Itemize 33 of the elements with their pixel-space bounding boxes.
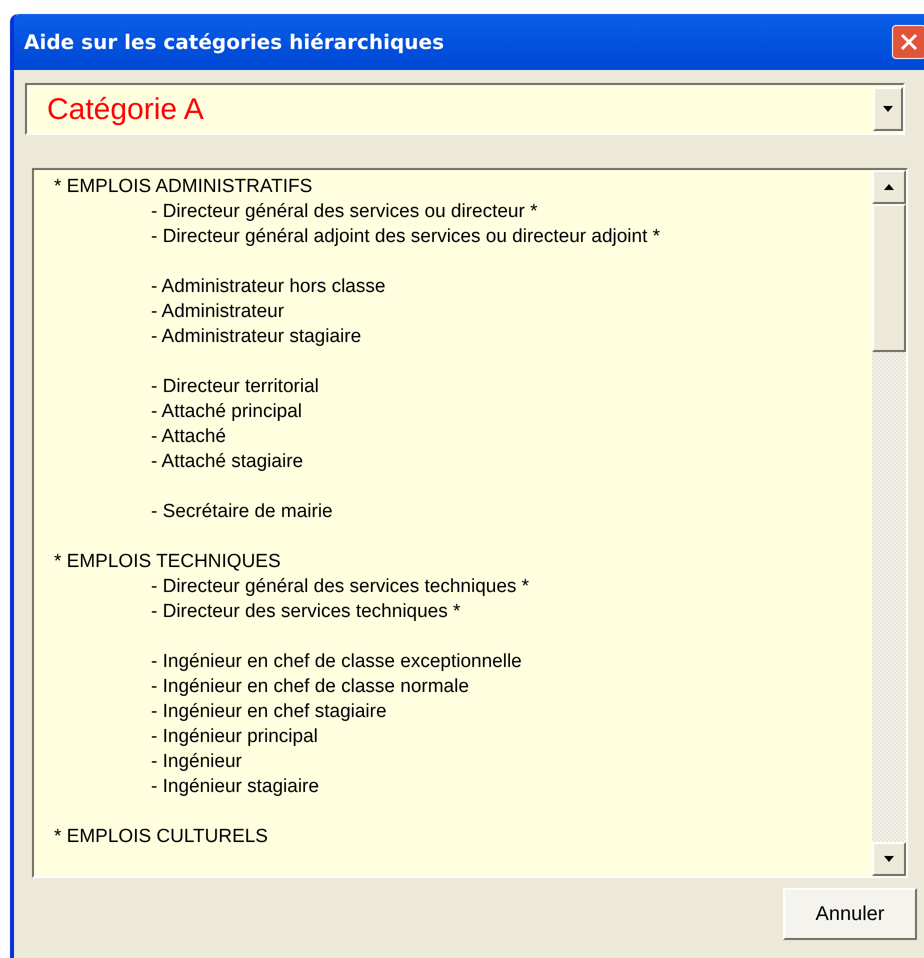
down-arrow-icon xyxy=(884,856,894,862)
job-title: - Directeur général des services ou directeur * xyxy=(150,200,539,224)
job-title: - Administrateur hors classe xyxy=(150,275,386,299)
scroll-down-button[interactable] xyxy=(872,842,906,876)
scroll-thumb[interactable] xyxy=(872,204,906,352)
close-button[interactable] xyxy=(892,25,924,59)
caret-icon xyxy=(883,106,893,112)
up-arrow-icon xyxy=(884,184,894,190)
scroll-up-button[interactable] xyxy=(872,170,906,204)
job-title: - Directeur territorial xyxy=(150,375,320,399)
window-title: Aide sur les catégories hiérarchiques xyxy=(24,29,444,56)
job-title: - Ingénieur en chef de classe exceptionnelle xyxy=(150,650,523,674)
job-title: - Directeur général des services techniques * xyxy=(150,575,530,599)
job-title: - Ingénieur en chef de classe normale xyxy=(150,675,470,699)
job-title: - Ingénieur principal xyxy=(150,725,319,749)
close-icon xyxy=(900,33,918,51)
job-title: - Ingénieur xyxy=(150,750,243,774)
job-title: - Directeur général adjoint des services ou directeur adjoint * xyxy=(150,225,662,249)
job-title: - Ingénieur en chef stagiaire xyxy=(150,700,388,724)
job-title: - Attaché stagiaire xyxy=(150,450,304,474)
cancel-button[interactable]: Annuler xyxy=(783,888,917,940)
job-title: - Attaché principal xyxy=(150,400,304,424)
job-title: - Administrateur xyxy=(150,300,286,324)
section-heading: * EMPLOIS TECHNIQUES xyxy=(54,550,282,574)
category-select[interactable]: Catégorie A xyxy=(25,83,905,135)
dropdown-button[interactable] xyxy=(873,87,903,131)
section-heading: * EMPLOIS ADMINISTRATIFS xyxy=(54,175,314,199)
job-title: - Administrateur stagiaire xyxy=(150,325,362,349)
job-title: - Attaché xyxy=(150,425,227,449)
job-title: - Directeur des services techniques * xyxy=(150,600,462,624)
job-title: - Ingénieur stagiaire xyxy=(150,775,320,799)
job-title: - Secrétaire de mairie xyxy=(150,500,334,524)
section-heading: * EMPLOIS CULTURELS xyxy=(54,825,269,849)
